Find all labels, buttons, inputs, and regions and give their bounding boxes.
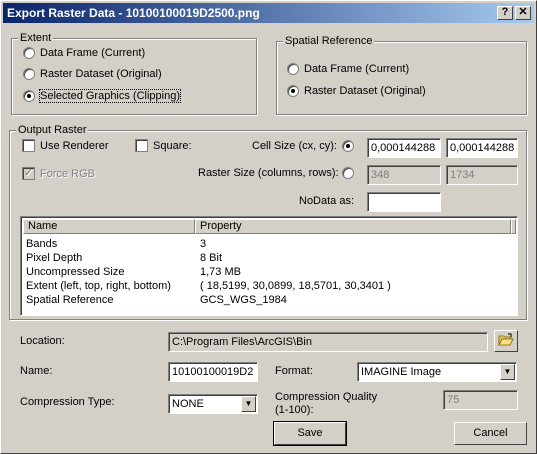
close-button[interactable]: ✕ bbox=[515, 6, 531, 20]
radio-label: Data Frame (Current) bbox=[40, 47, 146, 59]
compression-quality-label: Compression Quality bbox=[275, 391, 378, 403]
radio-indicator bbox=[23, 90, 35, 102]
raster-size-radio[interactable] bbox=[342, 167, 359, 179]
compression-quality-input: 75 bbox=[443, 390, 518, 410]
nodata-input[interactable] bbox=[367, 192, 441, 212]
cancel-button[interactable]: Cancel bbox=[454, 422, 527, 445]
table-row-value: 8 Bit bbox=[200, 252, 223, 264]
nodata-label: NoData as: bbox=[299, 195, 355, 207]
format-value: IMAGINE Image bbox=[361, 366, 442, 378]
save-button[interactable]: Save bbox=[273, 421, 347, 446]
cell-size-radio[interactable] bbox=[342, 140, 359, 152]
cell-size-label: Cell Size (cx, cy): bbox=[252, 140, 337, 152]
extent-data-frame-radio[interactable]: Data Frame (Current) bbox=[23, 47, 145, 59]
radio-label: Raster Dataset (Original) bbox=[304, 85, 426, 97]
open-folder-icon bbox=[498, 333, 514, 346]
table-row-value: GCS_WGS_1984 bbox=[200, 294, 287, 306]
table-row-name: Uncompressed Size bbox=[26, 266, 125, 278]
table-row-value: ( 18,5199, 30,0899, 18,5701, 30,3401 ) bbox=[200, 280, 391, 292]
extent-selected-graphics-radio[interactable]: Selected Graphics (Clipping) bbox=[23, 89, 182, 103]
cell-cx-input[interactable]: 0,000144288 bbox=[367, 138, 441, 158]
table-row-value: 3 bbox=[200, 238, 207, 250]
spatial-reference-group: Spatial Reference bbox=[276, 34, 527, 115]
location-input: C:\Program Files\ArcGIS\Bin bbox=[168, 332, 488, 352]
table-row-name: Bands bbox=[26, 238, 58, 250]
title-bar: Export Raster Data - 10100100019D2500.pn… bbox=[3, 3, 534, 23]
window-title: Export Raster Data - 10100100019D2500.pn… bbox=[7, 6, 260, 20]
export-raster-dialog: Export Raster Data - 10100100019D2500.pn… bbox=[0, 0, 537, 454]
column-header-property[interactable]: Property bbox=[195, 219, 511, 234]
radio-indicator bbox=[287, 63, 299, 75]
radio-label: Selected Graphics (Clipping) bbox=[38, 89, 182, 103]
extent-raster-dataset-radio[interactable]: Raster Dataset (Original) bbox=[23, 68, 162, 80]
radio-indicator bbox=[23, 68, 35, 80]
checkbox-indicator bbox=[22, 166, 35, 180]
radio-label: Raster Dataset (Original) bbox=[40, 68, 162, 80]
square-checkbox[interactable]: Square: bbox=[135, 139, 192, 152]
radio-indicator bbox=[23, 47, 35, 59]
table-row-name: Spatial Reference bbox=[26, 294, 114, 306]
properties-list[interactable]: Name Property Bands 3 Pixel Depth 8 Bit … bbox=[20, 216, 518, 316]
table-row-name: Extent (left, top, right, bottom) bbox=[26, 280, 171, 292]
raster-size-label: Raster Size (columns, rows): bbox=[198, 167, 339, 179]
extent-label: Extent bbox=[18, 31, 54, 45]
rows-input: 1734 bbox=[446, 165, 518, 185]
sr-raster-dataset-radio[interactable]: Raster Dataset (Original) bbox=[287, 85, 426, 97]
compression-quality-range: (1-100): bbox=[275, 404, 314, 416]
cell-cy-input[interactable]: 0,000144288 bbox=[446, 138, 518, 158]
table-row-value: 1,73 MB bbox=[200, 266, 241, 278]
chevron-down-icon[interactable]: ▼ bbox=[500, 364, 515, 380]
compression-type-value: NONE bbox=[172, 398, 204, 410]
format-select[interactable]: IMAGINE Image ▼ bbox=[357, 362, 517, 382]
sr-data-frame-radio[interactable]: Data Frame (Current) bbox=[287, 63, 409, 75]
column-header-name[interactable]: Name bbox=[23, 219, 195, 234]
checkbox-indicator bbox=[135, 139, 148, 152]
radio-indicator bbox=[287, 85, 299, 97]
format-label: Format: bbox=[275, 365, 313, 377]
column-header-filler bbox=[511, 219, 516, 234]
output-raster-label: Output Raster bbox=[16, 123, 89, 137]
use-renderer-checkbox[interactable]: Use Renderer bbox=[22, 139, 108, 152]
chevron-down-icon[interactable]: ▼ bbox=[241, 396, 256, 412]
force-rgb-checkbox: Force RGB bbox=[22, 166, 96, 180]
columns-input: 348 bbox=[367, 165, 441, 185]
radio-indicator bbox=[342, 140, 354, 152]
browse-location-button[interactable] bbox=[494, 330, 518, 352]
help-button[interactable]: ? bbox=[497, 6, 513, 20]
compression-type-label: Compression Type: bbox=[20, 396, 115, 408]
checkbox-label: Square: bbox=[153, 139, 192, 152]
checkbox-label: Force RGB bbox=[40, 167, 96, 180]
spatial-reference-label: Spatial Reference bbox=[283, 34, 375, 48]
name-label: Name: bbox=[20, 365, 53, 377]
checkbox-indicator bbox=[22, 139, 35, 152]
location-label: Location: bbox=[20, 335, 65, 347]
radio-label: Data Frame (Current) bbox=[304, 63, 410, 75]
name-input[interactable]: 10100100019D2 bbox=[168, 362, 258, 382]
table-row-name: Pixel Depth bbox=[26, 252, 83, 264]
compression-type-select[interactable]: NONE ▼ bbox=[168, 394, 258, 414]
radio-indicator bbox=[342, 167, 354, 179]
checkbox-label: Use Renderer bbox=[40, 139, 109, 152]
